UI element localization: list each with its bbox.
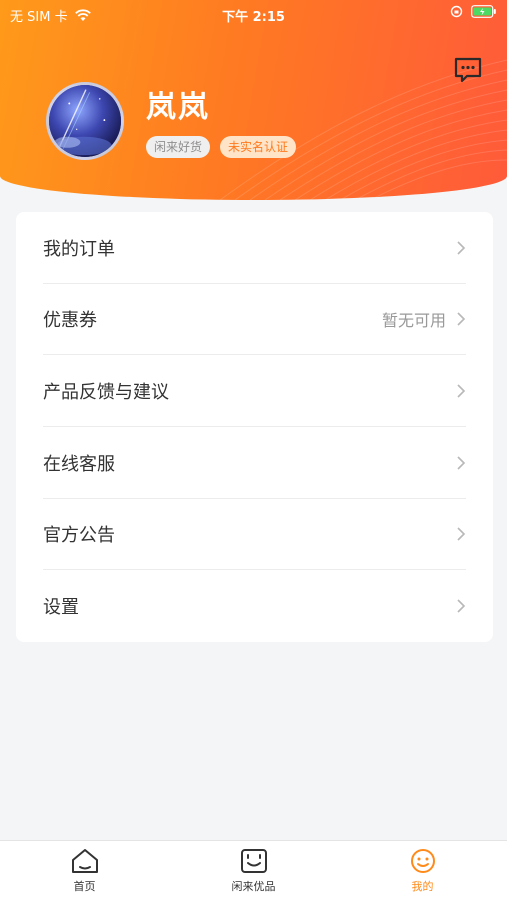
profile-screen: 无 SIM 卡 下午 2:15 岚岚 闲来好货 未实名认证 我的订单 优惠券 暂… xyxy=(0,0,507,900)
status-bar: 无 SIM 卡 下午 2:15 xyxy=(0,0,507,28)
chevron-right-icon xyxy=(457,526,466,541)
coupon-status: 暂无可用 xyxy=(381,310,446,330)
username: 岚岚 xyxy=(146,90,210,125)
bottom-tab-bar: 首页 闲来优品 我的 xyxy=(0,840,507,900)
profile-face-icon xyxy=(410,849,435,873)
battery-icon xyxy=(471,5,496,18)
menu-card: 我的订单 优惠券 暂无可用 产品反馈与建议 在线客服 官方公告 设置 xyxy=(16,212,493,642)
avatar[interactable] xyxy=(46,82,124,160)
status-time: 下午 2:15 xyxy=(222,10,285,25)
chevron-right-icon xyxy=(457,383,466,398)
orientation-lock-icon xyxy=(450,5,463,18)
menu-item-label: 我的订单 xyxy=(43,238,115,260)
profile-header: 无 SIM 卡 下午 2:15 岚岚 闲来好货 未实名认证 xyxy=(0,0,507,200)
menu-item-label: 官方公告 xyxy=(43,524,115,546)
menu-item-coupons[interactable]: 优惠券 暂无可用 xyxy=(43,283,466,355)
menu-item-label: 优惠券 xyxy=(43,309,97,331)
tab-label: 首页 xyxy=(73,880,96,893)
menu-item-support[interactable]: 在线客服 xyxy=(43,427,466,499)
tab-label: 闲来优品 xyxy=(231,880,276,893)
menu-item-announcements[interactable]: 官方公告 xyxy=(43,498,466,570)
menu-item-label: 在线客服 xyxy=(43,453,115,475)
chevron-right-icon xyxy=(457,599,466,613)
chevron-right-icon xyxy=(457,311,466,326)
tab-mine[interactable]: 我的 xyxy=(338,841,507,900)
avatar-image xyxy=(49,85,121,157)
member-tag: 闲来好货 xyxy=(146,136,211,158)
menu-item-label: 产品反馈与建议 xyxy=(43,381,169,403)
menu-item-label: 设置 xyxy=(43,597,79,618)
chevron-right-icon xyxy=(457,240,466,255)
tab-home[interactable]: 首页 xyxy=(0,841,169,900)
menu-item-settings[interactable]: 设置 xyxy=(43,570,466,642)
home-icon xyxy=(71,849,98,873)
chevron-right-icon xyxy=(457,455,466,470)
menu-item-orders[interactable]: 我的订单 xyxy=(43,212,466,284)
tab-label: 我的 xyxy=(411,880,434,893)
menu-item-feedback[interactable]: 产品反馈与建议 xyxy=(43,355,466,427)
user-tags: 闲来好货 未实名认证 xyxy=(146,136,297,158)
tab-featured[interactable]: 闲来优品 xyxy=(169,841,338,900)
message-icon[interactable] xyxy=(453,56,483,84)
verification-tag[interactable]: 未实名认证 xyxy=(220,136,297,158)
smile-box-icon xyxy=(240,849,267,873)
